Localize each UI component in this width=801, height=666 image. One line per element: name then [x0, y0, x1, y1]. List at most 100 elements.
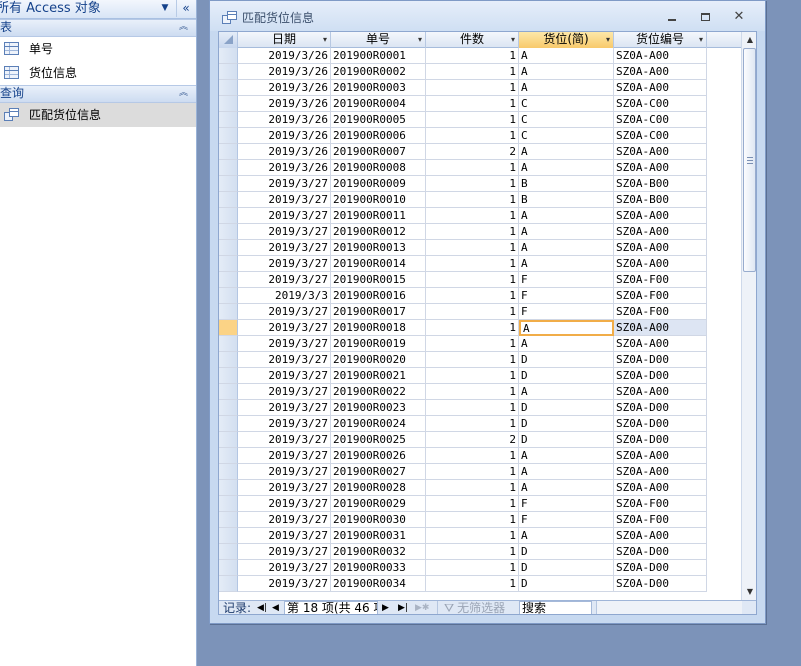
table-row[interactable]: 2019/3/26 201900R0004 1 C SZ0A-C00 — [219, 96, 741, 112]
record-selector[interactable] — [219, 352, 238, 368]
cell-location-code[interactable]: SZ0A-A00 — [614, 448, 707, 464]
select-all-corner[interactable] — [219, 32, 238, 48]
cell-qty[interactable]: 1 — [426, 528, 519, 544]
cell-order-no[interactable]: 201900R0030 — [331, 512, 426, 528]
table-row[interactable]: 2019/3/27 201900R0020 1 D SZ0A-D00 — [219, 352, 741, 368]
cell-order-no[interactable]: 201900R0016 — [331, 288, 426, 304]
collapse-pane-icon[interactable]: « — [176, 0, 195, 17]
window-title-bar[interactable]: 匹配货位信息 ✕ — [210, 1, 765, 31]
nav-group-tables[interactable]: 表 ︽ — [0, 19, 196, 37]
cell-date[interactable]: 2019/3/27 — [238, 224, 331, 240]
cell-location-code[interactable]: SZ0A-A00 — [614, 208, 707, 224]
cell-date[interactable]: 2019/3/26 — [238, 96, 331, 112]
chevron-down-icon[interactable]: ▾ — [511, 32, 515, 47]
record-selector[interactable] — [219, 144, 238, 160]
table-row[interactable]: 2019/3/27 201900R0010 1 B SZ0A-B00 — [219, 192, 741, 208]
record-selector[interactable] — [219, 560, 238, 576]
cell-date[interactable]: 2019/3/27 — [238, 320, 331, 336]
cell-location-short[interactable]: A — [519, 224, 614, 240]
cell-date[interactable]: 2019/3/27 — [238, 352, 331, 368]
cell-order-no[interactable]: 201900R0015 — [331, 272, 426, 288]
cell-date[interactable]: 2019/3/27 — [238, 400, 331, 416]
table-row[interactable]: 2019/3/27 201900R0018 1 A SZ0A-A00 — [219, 320, 741, 336]
table-row[interactable]: 2019/3/27 201900R0031 1 A SZ0A-A00 — [219, 528, 741, 544]
cell-order-no[interactable]: 201900R0020 — [331, 352, 426, 368]
cell-location-short[interactable]: F — [519, 512, 614, 528]
table-row[interactable]: 2019/3/27 201900R0023 1 D SZ0A-D00 — [219, 400, 741, 416]
record-selector[interactable] — [219, 368, 238, 384]
table-row[interactable]: 2019/3/26 201900R0005 1 C SZ0A-C00 — [219, 112, 741, 128]
record-selector[interactable] — [219, 128, 238, 144]
cell-qty[interactable]: 1 — [426, 272, 519, 288]
cell-order-no[interactable]: 201900R0009 — [331, 176, 426, 192]
cell-order-no[interactable]: 201900R0017 — [331, 304, 426, 320]
cell-location-code[interactable]: SZ0A-F00 — [614, 288, 707, 304]
cell-qty[interactable]: 1 — [426, 496, 519, 512]
cell-order-no[interactable]: 201900R0006 — [331, 128, 426, 144]
nav-item-query-pipei[interactable]: 匹配货位信息 — [0, 103, 196, 127]
cell-order-no[interactable]: 201900R0023 — [331, 400, 426, 416]
cell-date[interactable]: 2019/3/27 — [238, 192, 331, 208]
cell-order-no[interactable]: 201900R0008 — [331, 160, 426, 176]
cell-location-code[interactable]: SZ0A-A00 — [614, 160, 707, 176]
table-row[interactable]: 2019/3/27 201900R0030 1 F SZ0A-F00 — [219, 512, 741, 528]
record-selector[interactable] — [219, 448, 238, 464]
cell-date[interactable]: 2019/3/26 — [238, 144, 331, 160]
cell-location-code[interactable]: SZ0A-A00 — [614, 464, 707, 480]
record-selector[interactable] — [219, 48, 238, 64]
table-row[interactable]: 2019/3/27 201900R0025 2 D SZ0A-D00 — [219, 432, 741, 448]
table-row[interactable]: 2019/3/26 201900R0001 1 A SZ0A-A00 — [219, 48, 741, 64]
minimize-button[interactable] — [661, 9, 683, 25]
cell-date[interactable]: 2019/3/27 — [238, 576, 331, 592]
cell-qty[interactable]: 1 — [426, 160, 519, 176]
table-row[interactable]: 2019/3/27 201900R0017 1 F SZ0A-F00 — [219, 304, 741, 320]
cell-location-code[interactable]: SZ0A-F00 — [614, 512, 707, 528]
cell-order-no[interactable]: 201900R0007 — [331, 144, 426, 160]
cell-order-no[interactable]: 201900R0033 — [331, 560, 426, 576]
collapse-group-icon[interactable]: ︽ — [179, 20, 188, 35]
cell-qty[interactable]: 1 — [426, 304, 519, 320]
cell-date[interactable]: 2019/3/27 — [238, 272, 331, 288]
cell-qty[interactable]: 2 — [426, 432, 519, 448]
cell-date[interactable]: 2019/3/27 — [238, 464, 331, 480]
last-record-button[interactable]: ▶| — [398, 601, 408, 614]
record-selector[interactable] — [219, 288, 238, 304]
table-row[interactable]: 2019/3/26 201900R0002 1 A SZ0A-A00 — [219, 64, 741, 80]
cell-location-code[interactable]: SZ0A-A00 — [614, 480, 707, 496]
record-selector[interactable] — [219, 576, 238, 592]
cell-qty[interactable]: 1 — [426, 48, 519, 64]
cell-location-short[interactable]: A — [519, 240, 614, 256]
cell-location-code[interactable]: SZ0A-A00 — [614, 384, 707, 400]
cell-date[interactable]: 2019/3/26 — [238, 48, 331, 64]
cell-location-short[interactable]: D — [519, 368, 614, 384]
cell-location-code[interactable]: SZ0A-B00 — [614, 192, 707, 208]
scroll-up-icon[interactable]: ▲ — [742, 32, 756, 48]
maximize-button[interactable] — [694, 9, 716, 25]
cell-location-code[interactable]: SZ0A-D00 — [614, 352, 707, 368]
cell-qty[interactable]: 1 — [426, 368, 519, 384]
cell-location-code[interactable]: SZ0A-F00 — [614, 304, 707, 320]
table-row[interactable]: 2019/3/27 201900R0014 1 A SZ0A-A00 — [219, 256, 741, 272]
record-selector[interactable] — [219, 224, 238, 240]
vertical-scrollbar[interactable]: ▲ ▼ — [741, 32, 756, 600]
cell-location-short[interactable]: D — [519, 400, 614, 416]
cell-location-short[interactable]: D — [519, 544, 614, 560]
cell-location-short[interactable]: F — [519, 288, 614, 304]
cell-location-short[interactable]: D — [519, 576, 614, 592]
cell-date[interactable]: 2019/3/27 — [238, 560, 331, 576]
chevron-down-icon[interactable]: ▾ — [323, 32, 327, 47]
record-selector[interactable] — [219, 512, 238, 528]
cell-qty[interactable]: 1 — [426, 96, 519, 112]
collapse-group-icon[interactable]: ︽ — [179, 86, 188, 101]
nav-group-queries[interactable]: 查询 ︽ — [0, 85, 196, 103]
table-row[interactable]: 2019/3/27 201900R0011 1 A SZ0A-A00 — [219, 208, 741, 224]
nav-pane-header[interactable]: 所有 Access 对象 ▼ « — [0, 0, 196, 19]
cell-qty[interactable]: 1 — [426, 176, 519, 192]
cell-location-short[interactable]: A — [519, 320, 614, 336]
cell-qty[interactable]: 1 — [426, 320, 519, 336]
record-selector[interactable] — [219, 272, 238, 288]
cell-date[interactable]: 2019/3/27 — [238, 304, 331, 320]
first-record-button[interactable]: ◀| — [257, 601, 267, 614]
cell-qty[interactable]: 1 — [426, 352, 519, 368]
cell-date[interactable]: 2019/3/27 — [238, 480, 331, 496]
